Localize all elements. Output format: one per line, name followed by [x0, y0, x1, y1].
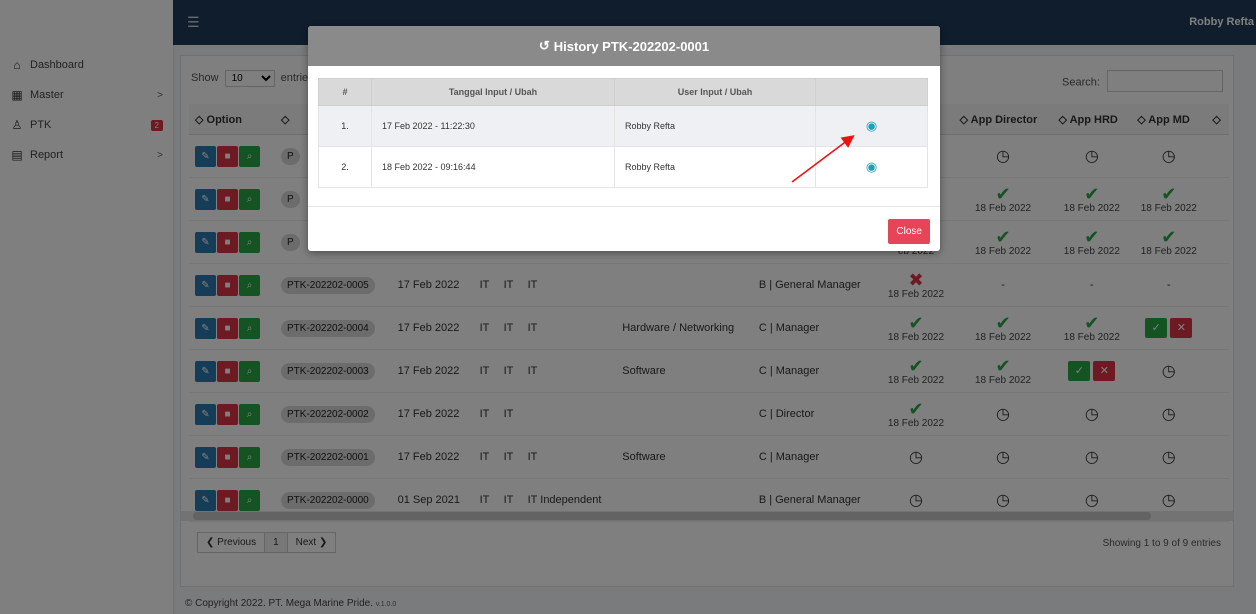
annotation-arrow — [791, 135, 855, 183]
